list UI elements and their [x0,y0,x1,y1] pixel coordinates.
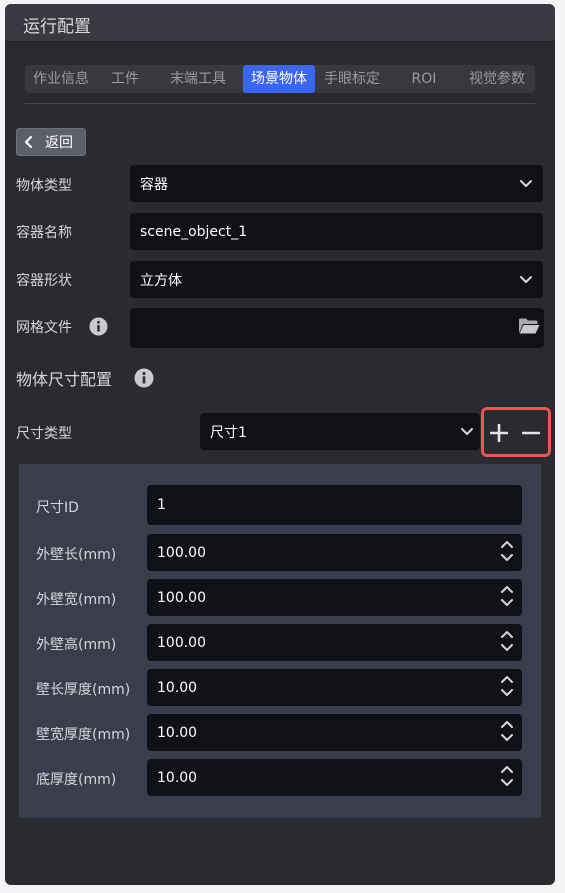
tab-end-tool[interactable]: 末端工具 [153,65,243,93]
folder-icon[interactable] [518,317,540,339]
panel-title: 运行配置 [23,17,91,37]
size-id-value: 1 [157,497,166,513]
outer-width-label: 外壁宽(mm) [36,592,117,608]
chevron-left-icon [17,135,41,149]
size-id-input[interactable]: 1 [147,485,522,525]
tab-workpiece[interactable]: 工件 [97,65,153,93]
tab-hand-eye-calibration[interactable]: 手眼标定 [315,65,389,93]
object-type-value: 容器 [140,176,168,193]
spinner-arrows-icon[interactable] [500,584,514,612]
bottom-thickness-label: 底厚度(mm) [36,772,117,788]
object-type-label: 物体类型 [16,178,72,194]
bottom-thickness-value: 10.00 [157,769,198,786]
outer-height-value: 100.00 [157,634,206,651]
spinner-arrows-icon[interactable] [500,629,514,657]
info-icon[interactable] [134,368,154,392]
container-name-value: scene_object_1 [140,223,248,240]
tab-vision-params[interactable]: 视觉参数 [459,65,535,93]
length-wall-thickness-label: 壁长厚度(mm) [36,682,131,698]
container-name-input[interactable]: scene_object_1 [130,213,543,250]
outer-length-value: 100.00 [157,544,206,561]
length-wall-thickness-value: 10.00 [157,679,198,696]
mesh-file-input[interactable] [130,308,544,348]
tab-scene-object[interactable]: 场景物体 [243,65,315,93]
back-button[interactable]: 返回 [16,128,86,156]
tab-roi[interactable]: ROI [389,65,459,93]
size-add-remove-group [481,407,551,457]
container-shape-select[interactable]: 立方体 [130,261,543,298]
chevron-down-icon [519,272,533,288]
mesh-file-label: 网格文件 [16,320,72,336]
size-type-select[interactable]: 尺寸1 [200,413,480,450]
bottom-thickness-input[interactable]: 10.00 [147,759,522,796]
size-type-value: 尺寸1 [210,424,247,441]
outer-width-value: 100.00 [157,589,206,606]
dimensions-panel: 尺寸ID 1 外壁长(mm) 100.00 外壁宽(mm) 100.00 外壁高… [19,464,541,818]
width-wall-thickness-label: 壁宽厚度(mm) [36,727,131,743]
size-type-label: 尺寸类型 [16,426,72,442]
outer-height-label: 外壁高(mm) [36,637,117,653]
chevron-down-icon [460,424,474,440]
container-shape-label: 容器形状 [16,273,72,289]
plus-icon[interactable] [489,423,509,446]
minus-icon[interactable] [521,424,541,446]
spinner-arrows-icon[interactable] [500,764,514,792]
panel-titlebar: 运行配置 [5,4,555,42]
width-wall-thickness-input[interactable]: 10.00 [147,714,522,751]
size-id-label: 尺寸ID [36,500,79,516]
outer-length-label: 外壁长(mm) [36,547,117,563]
tab-job-info[interactable]: 作业信息 [25,65,97,93]
length-wall-thickness-input[interactable]: 10.00 [147,669,522,706]
chevron-down-icon [519,176,533,192]
outer-height-input[interactable]: 100.00 [147,624,522,661]
info-icon[interactable] [89,317,108,340]
run-config-panel: 运行配置 作业信息 工件 末端工具 场景物体 手眼标定 ROI 视觉参数 返回 … [5,4,555,885]
container-shape-value: 立方体 [140,272,182,289]
outer-length-input[interactable]: 100.00 [147,534,522,571]
width-wall-thickness-value: 10.00 [157,724,198,741]
container-name-label: 容器名称 [16,225,72,241]
outer-width-input[interactable]: 100.00 [147,579,522,616]
tabs-divider [25,103,535,104]
back-button-label: 返回 [45,135,73,151]
tab-bar: 作业信息 工件 末端工具 场景物体 手眼标定 ROI 视觉参数 [25,65,535,93]
size-config-title: 物体尺寸配置 [16,370,113,389]
spinner-arrows-icon[interactable] [500,719,514,747]
object-type-select[interactable]: 容器 [130,165,543,202]
spinner-arrows-icon[interactable] [500,674,514,702]
spinner-arrows-icon[interactable] [500,539,514,567]
